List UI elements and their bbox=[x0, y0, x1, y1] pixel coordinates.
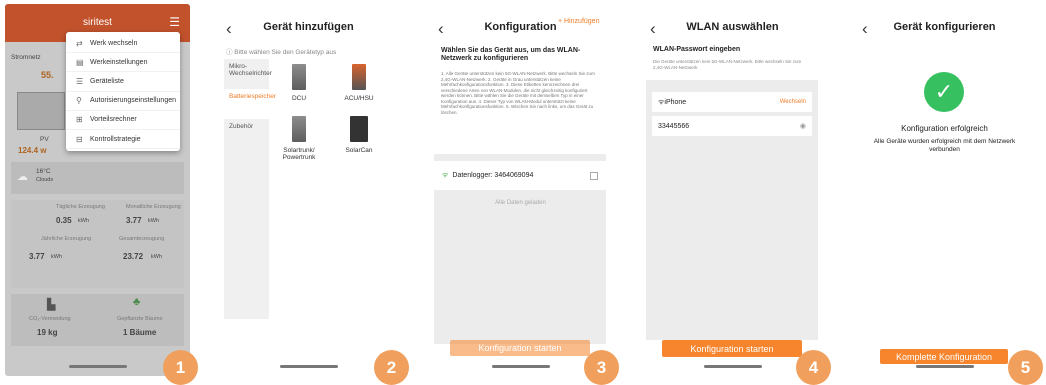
menu-item-geraeteliste[interactable]: ☰ Geräteliste bbox=[66, 72, 180, 92]
pv-value: 124.4 w bbox=[18, 146, 47, 155]
settings-icon: ▤ bbox=[76, 57, 84, 67]
user-icon: ⚲ bbox=[76, 96, 82, 106]
screen-home: siritest ☰ ⇄ Werk wechseln ▤ Werkeinstellu… bbox=[5, 4, 190, 376]
page-title: Gerät hinzufügen bbox=[263, 21, 354, 33]
menu-item-werk-wechseln[interactable]: ⇄ Werk wechseln bbox=[66, 34, 180, 54]
pv-label: PV bbox=[40, 136, 49, 143]
home-indicator bbox=[279, 365, 338, 368]
instructions-text: 1. Alle Geräte unterstützen kein 5G-WLAN… bbox=[441, 71, 595, 115]
device-image bbox=[292, 64, 306, 90]
checkmark-icon: ✓ bbox=[924, 72, 964, 112]
page-title: Gerät konfigurieren bbox=[893, 21, 996, 33]
home-indicator bbox=[703, 365, 762, 368]
complete-config-button[interactable]: Komplette Konfiguration bbox=[880, 349, 1008, 364]
category-accessory[interactable]: Zubehör bbox=[224, 119, 269, 149]
strategy-icon: ⊟ bbox=[76, 134, 83, 144]
menu-item-autorisierung[interactable]: ⚲ Autorisierungseinstellungen bbox=[66, 92, 180, 111]
menu-icon[interactable]: ☰ bbox=[169, 15, 180, 29]
category-list: Mikro-Wechselrichter Batteriespeicher Zu… bbox=[224, 59, 276, 319]
category-micro-inverter[interactable]: Mikro-Wechselrichter bbox=[224, 59, 272, 89]
switch-link[interactable]: Wechseln bbox=[780, 99, 806, 105]
checkbox[interactable] bbox=[590, 171, 598, 180]
password-value: 33445566 bbox=[658, 122, 690, 130]
device-image bbox=[352, 64, 366, 90]
menu-item-vorteilsrechner[interactable]: ⊞ Vorteilsrechner bbox=[66, 111, 180, 130]
success-message: Alle Geräte wurden erfolgreich mit dem N… bbox=[873, 138, 1016, 153]
section-heading: Wählen Sie das Gerät aus, um das WLAN-Ne… bbox=[441, 47, 581, 62]
menu-item-werkeinstellungen[interactable]: ▤ Werkeinstellungen bbox=[66, 53, 180, 73]
loaded-text: Alle Daten geladen bbox=[495, 200, 546, 206]
home-indicator bbox=[68, 365, 127, 368]
screen-configure-device: ‹ Gerät konfigurieren ✓ Konfiguration er… bbox=[852, 4, 1037, 376]
category-battery[interactable]: Batteriespeicher bbox=[224, 89, 276, 119]
device-solarcan[interactable]: SolarCan bbox=[338, 116, 380, 154]
eye-icon[interactable]: ◉ bbox=[800, 122, 806, 130]
house-illustration bbox=[17, 92, 65, 130]
grid-label: Stromnetz bbox=[11, 54, 41, 61]
environment-panel: ▙ ♣ CO₂-Vermeidung 19 kg Gepflanzte Bäum… bbox=[11, 294, 184, 346]
cloud-icon: ☁ bbox=[17, 171, 28, 183]
home-indicator bbox=[491, 365, 550, 368]
screen-add-device: ‹ Gerät hinzufügen ⓘ Bitte wählen Sie de… bbox=[216, 4, 401, 376]
dropdown-menu: ⇄ Werk wechseln ▤ Werkeinstellungen ☰ Gerät… bbox=[66, 32, 180, 152]
device-acu-hsu[interactable]: ACU/HSU bbox=[338, 64, 380, 102]
menu-item-kontrollstrategie[interactable]: ⊟ Kontrollstrategie bbox=[66, 130, 180, 150]
add-button[interactable]: + Hinzufügen bbox=[558, 18, 608, 25]
success-title: Konfiguration erfolgreich bbox=[901, 124, 988, 133]
tree-icon: ♣ bbox=[133, 296, 141, 308]
app-title: siritest bbox=[83, 17, 112, 28]
password-label: WLAN-Passwort eingeben bbox=[653, 46, 741, 53]
ssid-field[interactable]: ᯤiPhone Wechseln bbox=[652, 92, 812, 112]
stats-panel: Tägliche Erzeugung 0.35 kWh Monatliche E… bbox=[11, 200, 184, 288]
step-badge: 4 bbox=[796, 350, 831, 385]
screen-configuration: ‹ Konfiguration + Hinzufügen Wählen Sie … bbox=[428, 4, 613, 376]
device-image bbox=[350, 116, 368, 142]
start-config-button[interactable]: Konfiguration starten bbox=[450, 340, 590, 356]
device-row[interactable]: ᯤ Datenlogger: 3464069094 bbox=[434, 161, 606, 190]
device-dcu[interactable]: DCU bbox=[278, 64, 320, 102]
device-image bbox=[292, 116, 306, 142]
step-badge: 2 bbox=[374, 350, 409, 385]
factory-icon: ▙ bbox=[47, 299, 56, 311]
list-icon: ☰ bbox=[76, 76, 84, 86]
home-indicator bbox=[915, 365, 974, 368]
wifi-icon: ᯤ bbox=[442, 172, 449, 179]
ssid-value: ᯤiPhone bbox=[658, 98, 687, 106]
grid-value: 55. bbox=[41, 70, 54, 80]
step-badge: 1 bbox=[163, 350, 198, 385]
screen-select-wifi: ‹ WLAN auswählen WLAN-Passwort eingeben … bbox=[640, 4, 825, 376]
page-title: WLAN auswählen bbox=[686, 21, 779, 33]
step-badge: 5 bbox=[1008, 350, 1043, 385]
calculator-icon: ⊞ bbox=[76, 115, 83, 125]
step-badge: 3 bbox=[584, 350, 619, 385]
password-field[interactable]: 33445566 ◉ bbox=[652, 116, 812, 136]
weather-panel: ☁ 16°C Clouds bbox=[11, 162, 184, 194]
switch-icon: ⇄ bbox=[76, 38, 83, 48]
start-config-button[interactable]: Konfiguration starten bbox=[662, 340, 802, 357]
device-solartrunk[interactable]: Solartrunk/ Powertrunk bbox=[278, 116, 320, 161]
wifi-hint: Die Geräte unterstützen kein 5G-WLAN-Net… bbox=[653, 59, 802, 70]
hint-text: ⓘ Bitte wählen Sie den Gerätetyp aus bbox=[226, 49, 337, 56]
